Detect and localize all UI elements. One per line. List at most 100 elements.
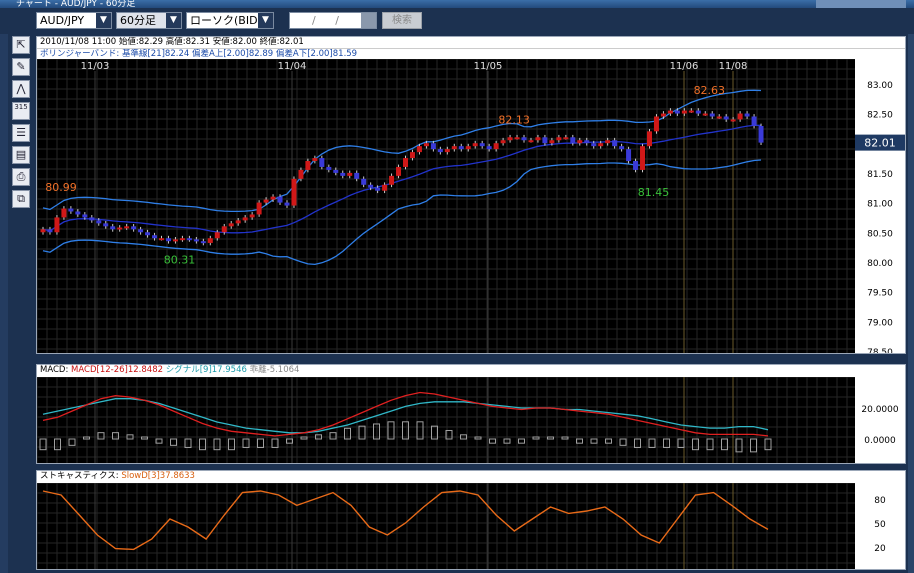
candle-body — [716, 116, 722, 119]
candle-body — [758, 125, 764, 143]
price-chart[interactable]: 11/03 11/04 11/05 11/06 11/08 80.99 80.31 82.13… — [37, 59, 905, 353]
candle-body — [89, 217, 95, 221]
y-tick-label: 79.50 — [867, 289, 893, 299]
y-tick-label: 81.50 — [867, 170, 893, 180]
candle-body — [340, 172, 346, 176]
macd-histogram-bar — [750, 438, 757, 453]
memo-icon[interactable]: ▤ — [12, 146, 30, 164]
left-scrollbar[interactable] — [0, 34, 8, 573]
candle-body — [577, 140, 583, 144]
macd-histogram-bar — [184, 438, 192, 449]
candle-body — [368, 184, 374, 188]
date-input[interactable]: / / — [289, 12, 377, 29]
y-tick-label: 78.50 — [867, 348, 893, 353]
candle-body — [200, 241, 206, 244]
macd-histogram-bar — [619, 438, 627, 446]
chart-type-value: ローソク(BID) — [190, 14, 262, 27]
y-tick-label: 80 — [874, 496, 886, 506]
candle-body — [242, 217, 248, 221]
y-tick-label: 20.0000 — [861, 405, 898, 415]
candle-body — [626, 149, 632, 162]
chevron-down-icon[interactable]: ▼ — [258, 13, 273, 28]
candle-body — [403, 158, 408, 167]
y-tick-label: 50 — [874, 520, 886, 530]
candle-body — [47, 229, 53, 233]
timeframe-select[interactable]: 60分足 ▼ — [116, 12, 182, 29]
pair-select[interactable]: AUD/JPY ▼ — [36, 12, 112, 29]
candle-body — [437, 149, 443, 153]
bollinger-text: ボリンジャーバンド: 基準線[21]82.24 偏差A上[2.00]82.89 … — [40, 49, 358, 59]
compare-icon[interactable]: 315 — [12, 102, 30, 120]
macd-histogram-bar — [764, 438, 772, 451]
pencil-icon[interactable]: ✎ — [12, 58, 30, 76]
candle-body — [159, 238, 165, 241]
window-controls[interactable] — [816, 0, 906, 8]
slowd-value: SlowD[3]37.8633 — [121, 471, 195, 481]
cursor-icon[interactable]: ⇱ — [12, 36, 30, 54]
candle-body — [695, 110, 701, 114]
chevron-down-icon[interactable]: ▼ — [166, 13, 181, 28]
candle-body — [131, 226, 137, 230]
title-bar: チャート - AUD/JPY - 60分足 — [0, 0, 914, 9]
y-tick-label: 80.00 — [867, 259, 893, 269]
macd-histogram-bar — [329, 432, 337, 440]
y-tick-label: 80.50 — [867, 229, 893, 239]
candle-body — [396, 166, 402, 176]
candle-body — [186, 238, 192, 241]
candle-body — [591, 143, 597, 147]
candle-body — [653, 116, 659, 132]
candle-body — [152, 235, 158, 239]
candle-body — [256, 202, 262, 215]
chart-type-select[interactable]: ローソク(BID) ▼ — [186, 12, 274, 29]
price-annotation: 82.63 — [694, 84, 726, 97]
candle-body — [347, 172, 353, 176]
candle-body — [528, 140, 534, 143]
candle-body — [542, 137, 548, 144]
bar-info: 2010/11/08 11:00 始値:82.29 高値:82.31 安値:82… — [37, 37, 905, 48]
macd-histogram-bar — [605, 438, 612, 444]
y-tick-label: 82.50 — [867, 111, 893, 121]
macd-line — [42, 391, 769, 437]
right-scrollbar[interactable] — [908, 34, 914, 573]
candle-body — [305, 161, 311, 170]
date-label: 11/08 — [719, 61, 748, 72]
export-icon[interactable]: ⧉ — [12, 190, 30, 208]
candle-body — [751, 116, 757, 126]
candle-body — [284, 202, 290, 206]
candle-body — [688, 110, 694, 113]
candle-body — [193, 239, 199, 242]
calendar-dropdown-icon[interactable] — [361, 13, 376, 28]
candle-body — [598, 143, 604, 147]
candle-body — [430, 143, 436, 150]
candle-body — [179, 238, 185, 241]
y-tick-label: 79.00 — [867, 318, 893, 328]
search-button[interactable]: 検索 — [382, 12, 422, 29]
chevron-down-icon[interactable]: ▼ — [96, 13, 111, 28]
macd-histogram-bar — [170, 438, 177, 446]
candle-body — [563, 137, 569, 140]
macd-label: MACD: — [40, 365, 69, 375]
price-annotation: 80.31 — [164, 254, 196, 267]
candle-body — [730, 119, 736, 122]
macd-chart[interactable]: 20.0000 0.0000 — [37, 377, 905, 463]
candle-body — [744, 113, 750, 117]
candle-body — [444, 149, 450, 153]
candle-body — [375, 187, 381, 191]
indicator-icon[interactable]: ⋀ — [12, 80, 30, 98]
macd-histogram-bar — [242, 438, 250, 449]
list-icon[interactable]: ☰ — [12, 124, 30, 142]
candle-body — [228, 223, 234, 227]
candle-body — [486, 146, 492, 150]
print-icon[interactable]: ⎙ — [12, 168, 30, 186]
macd-histogram-bar — [648, 438, 656, 449]
macd-histogram-bar — [590, 438, 598, 444]
stochastic-chart[interactable]: 80 50 20 — [37, 483, 905, 569]
tool-sidebar: ⇱ ✎ ⋀ 315 ☰ ▤ ⎙ ⧉ — [10, 36, 32, 216]
date-label: 11/04 — [278, 61, 307, 72]
candle-body — [640, 146, 646, 170]
macd-histogram-bar — [300, 436, 308, 440]
candle-body — [214, 232, 220, 239]
candle-body — [361, 178, 367, 185]
pair-value: AUD/JPY — [40, 14, 85, 27]
candle-body — [40, 229, 46, 233]
